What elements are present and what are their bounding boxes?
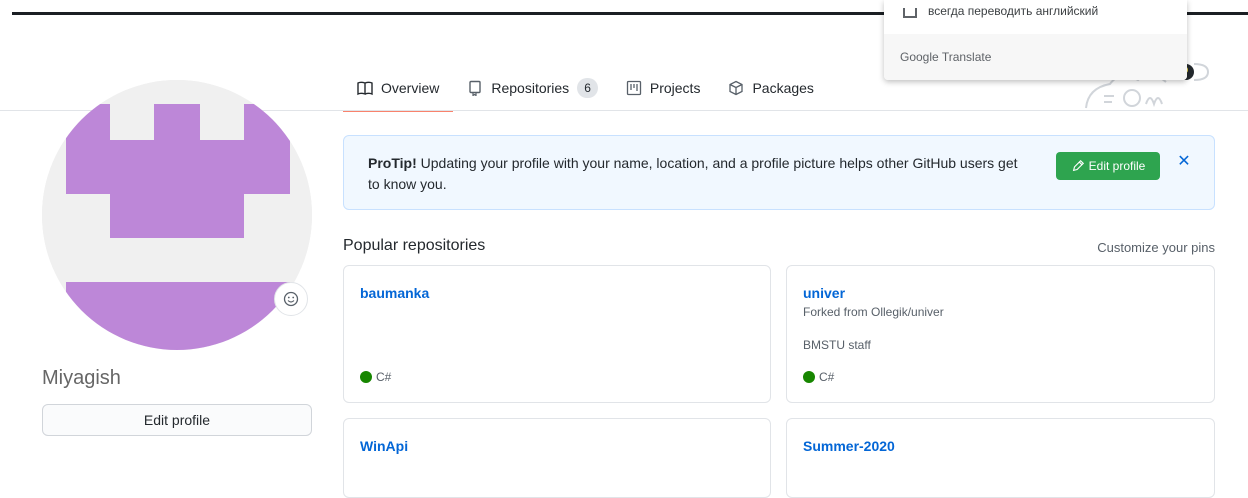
- profile-tabs: Overview Repositories 6 Projects Package…: [343, 64, 828, 112]
- edit-profile-button[interactable]: Edit profile: [42, 404, 312, 436]
- tab-packages[interactable]: Packages: [714, 64, 827, 111]
- customize-pins-link[interactable]: Customize your pins: [1097, 240, 1215, 255]
- language-label: C#: [819, 370, 835, 384]
- checkbox-icon[interactable]: [903, 8, 917, 18]
- protip-banner: ProTip! Updating your profile with your …: [343, 135, 1215, 210]
- profile-username: Miyagish: [42, 367, 121, 389]
- popular-repos-title: Popular repositories: [343, 237, 486, 254]
- tab-label: Packages: [752, 79, 814, 96]
- repo-icon: [469, 80, 482, 96]
- repo-count-badge: 6: [577, 77, 598, 98]
- project-icon: [626, 80, 642, 95]
- repo-card: WinApi: [343, 418, 771, 498]
- google-translate-brand: Google Translate: [900, 50, 992, 64]
- book-icon: [357, 81, 373, 95]
- translate-always-option[interactable]: всегда переводить английский: [884, 0, 1187, 34]
- protip-edit-profile-button[interactable]: Edit profile: [1056, 152, 1160, 180]
- translate-option-label: всегда переводить английский: [928, 4, 1099, 18]
- protip-label: ProTip!: [368, 155, 417, 171]
- tab-repositories[interactable]: Repositories 6: [453, 64, 612, 111]
- pencil-icon: [1072, 159, 1084, 172]
- repo-language: C#: [360, 370, 391, 384]
- repo-link[interactable]: univer: [803, 285, 845, 301]
- package-icon: [729, 80, 744, 95]
- repo-link[interactable]: Summer-2020: [803, 438, 895, 454]
- repo-description: BMSTU staff: [803, 338, 871, 352]
- repo-link[interactable]: baumanka: [360, 285, 429, 301]
- repo-link[interactable]: WinApi: [360, 438, 408, 454]
- tab-label: Overview: [381, 79, 440, 96]
- repo-card: baumanka C#: [343, 265, 771, 403]
- set-status-button[interactable]: [274, 282, 308, 316]
- repo-card: univer Forked from Ollegik/univer BMSTU …: [786, 265, 1215, 403]
- google-translate-popup: всегда переводить английский Google Tran…: [884, 0, 1187, 80]
- repo-forked-from[interactable]: Forked from Ollegik/univer: [803, 305, 944, 319]
- identicon-image: [42, 80, 312, 350]
- close-icon[interactable]: ✕: [1176, 154, 1192, 170]
- tab-label: Repositories: [491, 79, 570, 96]
- repo-card: Summer-2020: [786, 418, 1215, 498]
- tab-overview[interactable]: Overview: [343, 64, 454, 112]
- language-color-dot: [360, 371, 372, 383]
- language-label: C#: [376, 370, 392, 384]
- tab-projects[interactable]: Projects: [612, 64, 715, 111]
- repo-language: C#: [803, 370, 834, 384]
- translate-footer: Google Translate: [884, 34, 1187, 80]
- language-color-dot: [803, 371, 815, 383]
- avatar[interactable]: [42, 80, 312, 350]
- protip-button-label: Edit profile: [1088, 159, 1146, 173]
- protip-body: Updating your profile with your name, lo…: [368, 155, 1018, 192]
- tab-label: Projects: [649, 79, 701, 96]
- smiley-icon: [283, 291, 299, 307]
- protip-message: ProTip! Updating your profile with your …: [368, 153, 1028, 195]
